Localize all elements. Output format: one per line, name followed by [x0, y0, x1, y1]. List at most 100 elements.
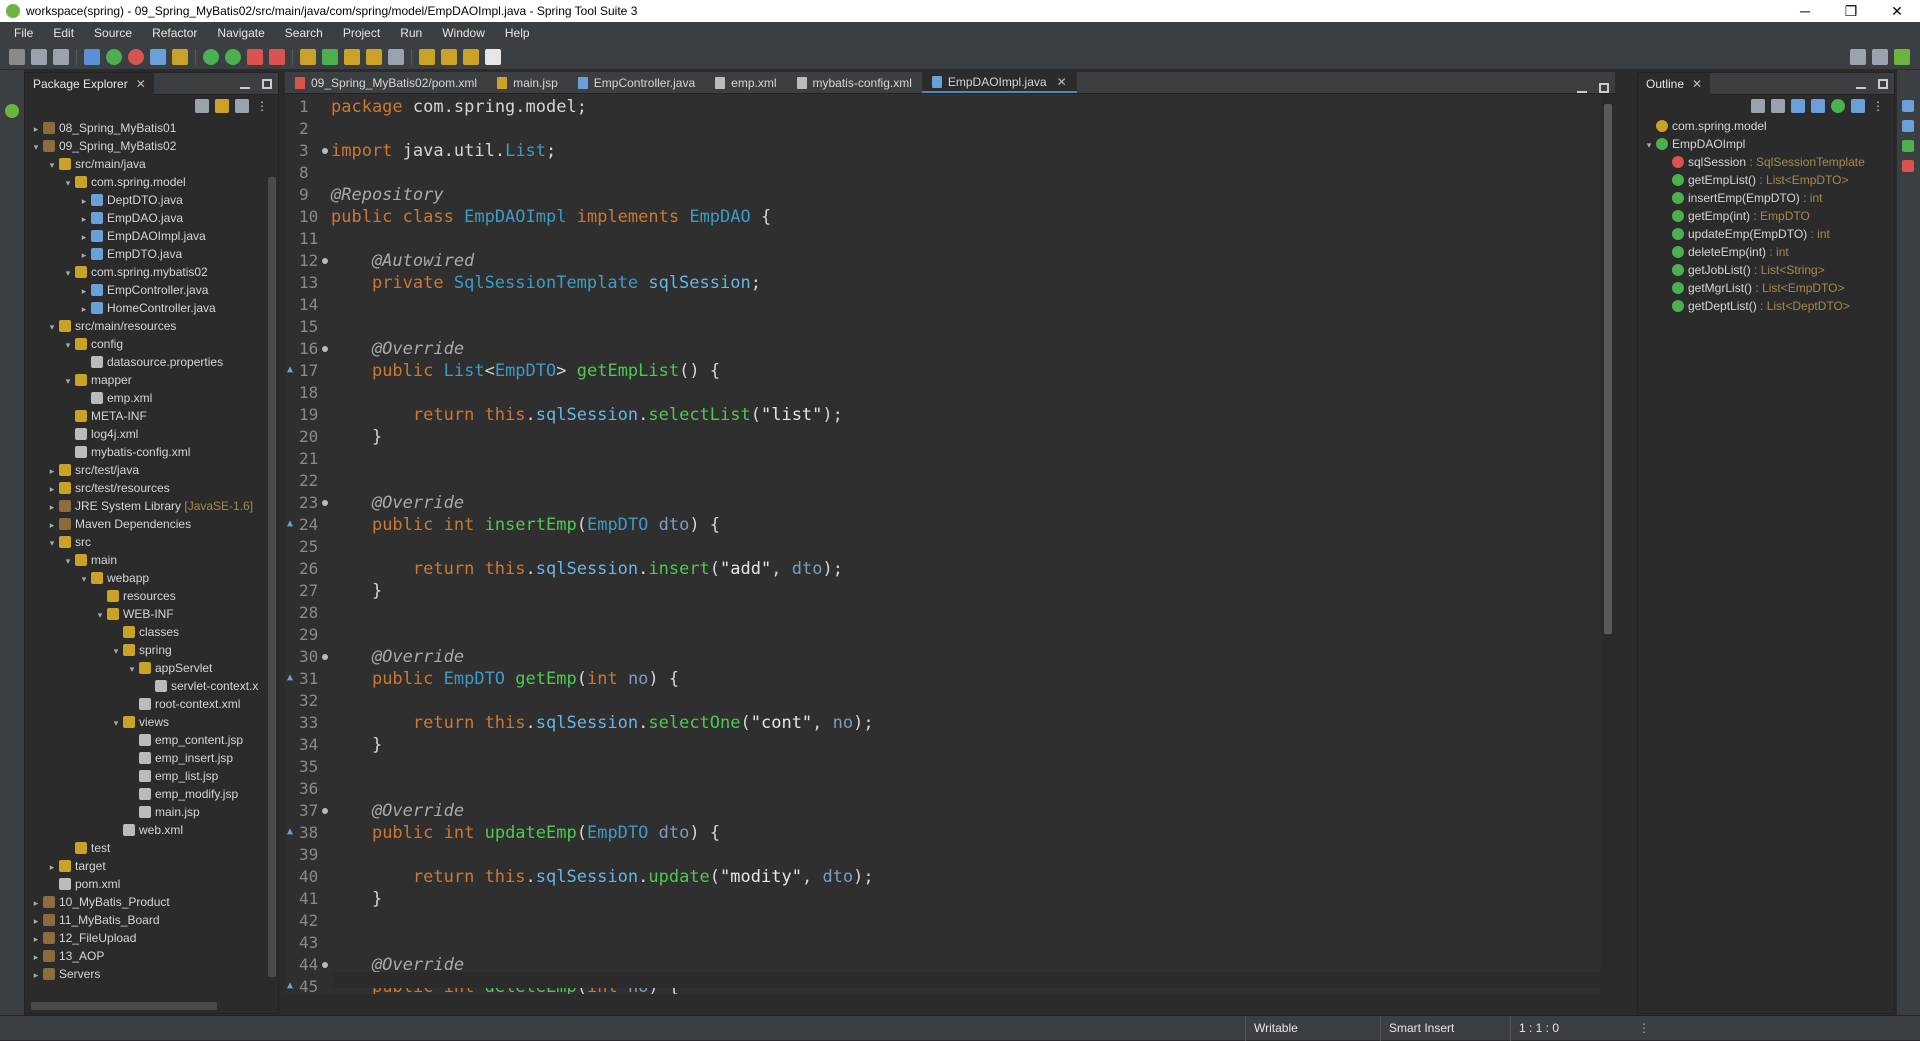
tree-item[interactable]: ▸ EmpDAO.java: [25, 209, 278, 227]
outline-item[interactable]: updateEmp(EmpDTO) : int: [1638, 225, 1894, 243]
package-explorer-scrollbar[interactable]: [266, 117, 278, 997]
chevron-right-icon[interactable]: ▸: [79, 282, 89, 300]
tree-item[interactable]: ▾ src/main/resources: [25, 317, 278, 335]
menu-window[interactable]: Window: [432, 26, 495, 40]
debug-icon[interactable]: [203, 48, 219, 65]
code-line[interactable]: 11: [285, 228, 1605, 250]
previous-annotation-icon[interactable]: [441, 48, 457, 65]
code-line[interactable]: 10 public class EmpDAOImpl implements Emp…: [285, 206, 1605, 228]
tree-item[interactable]: ▾ 09_Spring_MyBatis02: [25, 137, 278, 155]
code-line[interactable]: 18: [285, 382, 1605, 404]
code-line[interactable]: 1 package com.spring.model;: [285, 96, 1605, 118]
hide-non-public-icon[interactable]: [1831, 99, 1845, 113]
fold-icon[interactable]: [322, 808, 328, 814]
view-menu-icon[interactable]: ⋮: [255, 99, 269, 113]
code-line[interactable]: 22: [285, 470, 1605, 492]
outline-item[interactable]: getEmpList() : List<EmpDTO>: [1638, 171, 1894, 189]
terminal-icon[interactable]: [84, 48, 100, 65]
code-line[interactable]: 20 }: [285, 426, 1605, 448]
code-line[interactable]: 14: [285, 294, 1605, 316]
chevron-down-icon[interactable]: ▾: [47, 534, 57, 552]
tree-item[interactable]: datasource.properties: [25, 353, 278, 371]
menu-help[interactable]: Help: [495, 26, 540, 40]
tree-item[interactable]: servlet-context.x: [25, 677, 278, 695]
chevron-down-icon[interactable]: ▾: [31, 138, 41, 156]
tree-item[interactable]: ▾ main: [25, 551, 278, 569]
code-text-area[interactable]: 1 package com.spring.model; 2 3 import java.…: [285, 94, 1615, 994]
chevron-right-icon[interactable]: ▸: [47, 858, 57, 876]
tree-item[interactable]: ▸ target: [25, 857, 278, 875]
tree-item[interactable]: ▾ src/main/java: [25, 155, 278, 173]
link-with-editor-icon[interactable]: [215, 99, 229, 113]
open-perspective-icon[interactable]: [1872, 48, 1888, 65]
tree-item[interactable]: web.xml: [25, 821, 278, 839]
code-line[interactable]: 36: [285, 778, 1605, 800]
code-line[interactable]: 8: [285, 162, 1605, 184]
menu-run[interactable]: Run: [390, 26, 432, 40]
next-annotation-icon[interactable]: [419, 48, 435, 65]
code-line[interactable]: 38 public int updateEmp(EmpDTO dto) {▲: [285, 822, 1605, 844]
tree-item[interactable]: ▸ 13_AOP: [25, 947, 278, 965]
chevron-down-icon[interactable]: ▾: [47, 318, 57, 336]
editor-tab[interactable]: EmpDAOImpl.java ✕: [921, 72, 1077, 93]
tree-item[interactable]: ▸ src/test/resources: [25, 479, 278, 497]
outline-item[interactable]: getDeptList() : List<DeptDTO>: [1638, 297, 1894, 315]
code-line[interactable]: 13 private SqlSessionTemplate sqlSession…: [285, 272, 1605, 294]
collapse-all-icon[interactable]: [1751, 99, 1765, 113]
chevron-right-icon[interactable]: ▸: [47, 516, 57, 534]
spring-boot-icon[interactable]: [106, 48, 122, 65]
chevron-down-icon[interactable]: ▾: [63, 174, 73, 192]
tree-item[interactable]: ▸ EmpDTO.java: [25, 245, 278, 263]
spring-perspective-icon[interactable]: [1894, 48, 1910, 65]
tree-item[interactable]: ▾ WEB-INF: [25, 605, 278, 623]
chevron-right-icon[interactable]: ▸: [47, 480, 57, 498]
chevron-down-icon[interactable]: ▾: [95, 606, 105, 624]
menu-file[interactable]: File: [4, 26, 43, 40]
tree-item[interactable]: ▸ 08_Spring_MyBatis01: [25, 119, 278, 137]
problems-icon[interactable]: [1902, 160, 1914, 172]
code-line[interactable]: 25: [285, 536, 1605, 558]
outline-item[interactable]: ▾ EmpDAOImpl: [1638, 135, 1894, 153]
forward-icon[interactable]: [485, 48, 501, 65]
code-line[interactable]: 33 return this.sqlSession.selectOne("con…: [285, 712, 1605, 734]
tree-item[interactable]: classes: [25, 623, 278, 641]
code-line[interactable]: 39: [285, 844, 1605, 866]
tree-item[interactable]: ▸ EmpController.java: [25, 281, 278, 299]
tree-item[interactable]: ▸ EmpDAOImpl.java: [25, 227, 278, 245]
minimize-editor-icon[interactable]: [1577, 83, 1587, 93]
tree-item[interactable]: test: [25, 839, 278, 857]
tree-item[interactable]: ▾ appServlet: [25, 659, 278, 677]
minimize-view-icon[interactable]: [240, 79, 250, 89]
menu-search[interactable]: Search: [275, 26, 333, 40]
code-line[interactable]: 23 @Override: [285, 492, 1605, 514]
quick-access-search-icon[interactable]: [1850, 48, 1866, 65]
chevron-right-icon[interactable]: ▸: [31, 948, 41, 966]
scroll-thumb[interactable]: [268, 177, 276, 977]
code-line[interactable]: 41 }: [285, 888, 1605, 910]
tree-item[interactable]: resources: [25, 587, 278, 605]
code-line[interactable]: 42: [285, 910, 1605, 932]
code-line[interactable]: 27 }: [285, 580, 1605, 602]
code-line[interactable]: 24 public int insertEmp(EmpDTO dto) {▲: [285, 514, 1605, 536]
outline-item[interactable]: getMgrList() : List<EmpDTO>: [1638, 279, 1894, 297]
outline-item[interactable]: getEmp(int) : EmpDTO: [1638, 207, 1894, 225]
editor-tab[interactable]: mybatis-config.xml: [787, 72, 922, 93]
maximize-button[interactable]: ❐: [1828, 0, 1874, 22]
editor-tab[interactable]: emp.xml: [705, 72, 786, 93]
tree-item[interactable]: ▾ com.spring.mybatis02: [25, 263, 278, 281]
tree-item[interactable]: log4j.xml: [25, 425, 278, 443]
tree-item[interactable]: pom.xml: [25, 875, 278, 893]
task-list-icon[interactable]: [1902, 100, 1914, 112]
chevron-right-icon[interactable]: ▸: [79, 246, 89, 264]
chevron-down-icon[interactable]: ▾: [111, 642, 121, 660]
tree-item[interactable]: ▸ 10_MyBatis_Product: [25, 893, 278, 911]
console-icon[interactable]: [1902, 120, 1914, 132]
tree-item[interactable]: root-context.xml: [25, 695, 278, 713]
outline-tab[interactable]: Outline ✕: [1638, 72, 1711, 95]
chevron-down-icon[interactable]: ▾: [63, 372, 73, 390]
code-line[interactable]: 29: [285, 624, 1605, 646]
chevron-down-icon[interactable]: ▾: [63, 552, 73, 570]
back-icon[interactable]: [463, 48, 479, 65]
fold-icon[interactable]: [322, 962, 328, 968]
outline-item[interactable]: deleteEmp(int) : int: [1638, 243, 1894, 261]
